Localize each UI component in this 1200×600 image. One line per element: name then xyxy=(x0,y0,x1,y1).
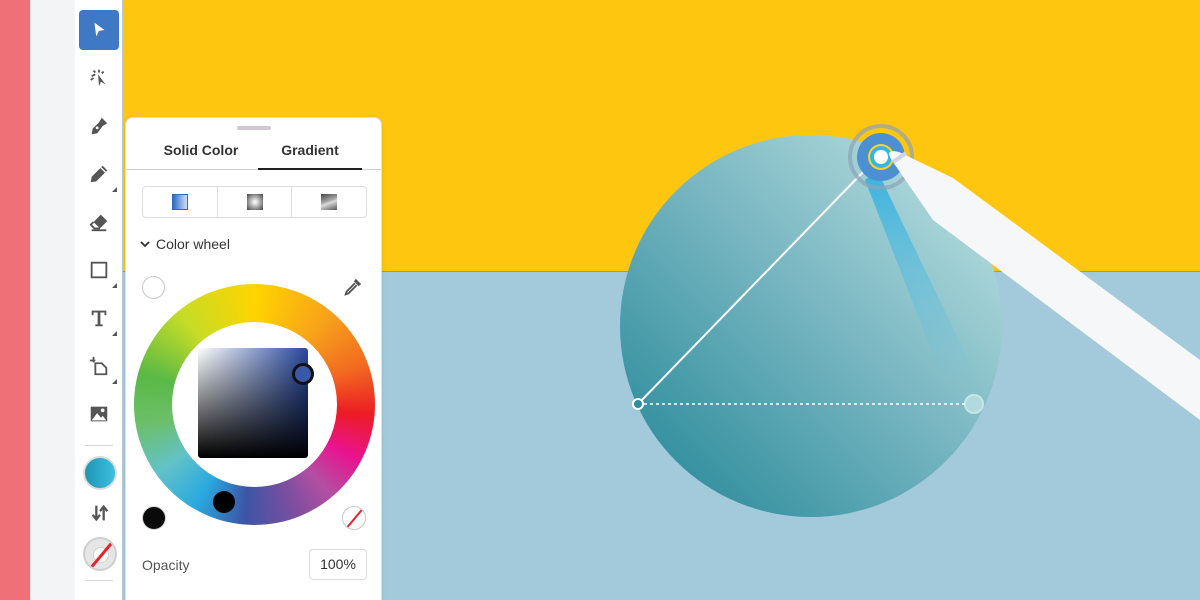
eyedropper-icon[interactable] xyxy=(342,276,364,298)
crop-tool-button[interactable] xyxy=(79,346,119,386)
opacity-label: Opacity xyxy=(142,557,190,573)
saturation-brightness-knob[interactable] xyxy=(292,363,314,385)
stroke-color-swatch[interactable] xyxy=(83,537,117,571)
black-swatch-button[interactable] xyxy=(142,506,166,530)
gradient-type-selector xyxy=(142,186,367,218)
left-edge-strip xyxy=(0,0,30,600)
arrow-pointer-icon xyxy=(94,22,105,37)
eraser-icon xyxy=(89,214,108,232)
saturation-brightness-square[interactable] xyxy=(198,348,308,458)
gradient-start-handle[interactable] xyxy=(632,398,644,410)
no-color-swatch-button[interactable] xyxy=(342,506,366,530)
submenu-indicator xyxy=(112,187,117,192)
rectangle-icon xyxy=(90,261,108,279)
type-tool-button[interactable] xyxy=(79,298,119,338)
radial-gradient-button[interactable] xyxy=(218,187,293,217)
chevron-down-icon xyxy=(140,241,150,248)
color-wheel-label: Color wheel xyxy=(156,236,230,252)
tab-gradient[interactable]: Gradient xyxy=(258,142,362,170)
freeform-gradient-button[interactable] xyxy=(292,187,366,217)
pen-nib-icon xyxy=(91,117,108,135)
toolbar-divider xyxy=(85,445,113,446)
swap-fill-stroke-icon[interactable] xyxy=(89,502,111,524)
color-mode-tabs: Solid Color Gradient xyxy=(126,138,381,170)
crop-icon xyxy=(89,356,108,376)
fill-color-swatch[interactable] xyxy=(83,456,117,490)
opacity-input[interactable]: 100% xyxy=(309,549,367,580)
tab-solid-color[interactable]: Solid Color xyxy=(146,142,256,170)
linear-gradient-icon xyxy=(171,194,188,210)
selection-tool-button[interactable] xyxy=(79,10,119,50)
side-gutter xyxy=(30,0,75,600)
white-swatch-button[interactable] xyxy=(142,276,165,299)
node-select-icon xyxy=(90,69,106,87)
direct-selection-tool-button[interactable] xyxy=(79,58,119,98)
freeform-gradient-icon xyxy=(321,194,338,210)
type-icon xyxy=(91,310,107,327)
eraser-tool-button[interactable] xyxy=(79,202,119,242)
gradient-end-handle[interactable] xyxy=(964,394,984,414)
pencil-tool-button[interactable] xyxy=(79,154,119,194)
linear-gradient-button[interactable] xyxy=(143,187,218,217)
image-icon xyxy=(90,406,108,422)
toolbar-divider xyxy=(85,580,113,581)
radial-gradient-icon xyxy=(246,194,263,210)
tools-toolbar xyxy=(75,0,123,600)
submenu-indicator xyxy=(112,331,117,336)
shape-tool-button[interactable] xyxy=(79,250,119,290)
hue-knob[interactable] xyxy=(213,491,235,513)
image-tool-button[interactable] xyxy=(79,394,119,434)
submenu-indicator xyxy=(112,283,117,288)
panel-drag-handle[interactable] xyxy=(237,126,271,130)
pencil-icon xyxy=(90,165,108,183)
pen-tool-button[interactable] xyxy=(79,106,119,146)
color-wheel-area xyxy=(126,268,383,538)
color-panel: Solid Color Gradient Color wheel Opacity… xyxy=(125,117,382,600)
color-wheel-section-toggle[interactable]: Color wheel xyxy=(140,236,230,252)
submenu-indicator xyxy=(112,379,117,384)
